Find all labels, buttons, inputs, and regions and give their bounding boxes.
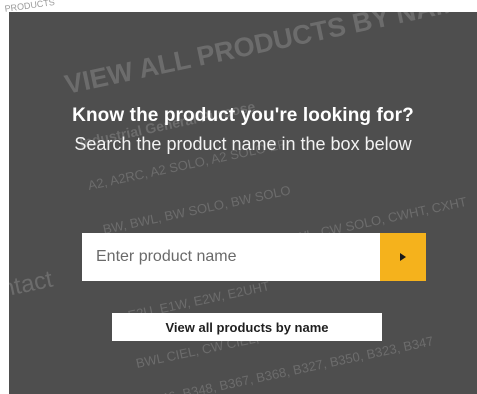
view-all-products-button[interactable]: View all products by name <box>112 313 382 341</box>
product-search-panel: VIEW ALL PRODUCTS BY NAME Industrial Gen… <box>9 12 477 394</box>
bg-line-2: BW, BWL, BW SOLO, BW SOLO <box>102 182 292 236</box>
bg-line-6: B346, B348, B367, B368, B327, B350, B323… <box>145 333 435 394</box>
play-icon <box>400 253 406 261</box>
product-name-input[interactable] <box>82 233 380 281</box>
search-prompt: Know the product you're looking for? Sea… <box>9 105 477 157</box>
bg-side-word: ntact <box>9 266 55 303</box>
bg-heading: VIEW ALL PRODUCTS BY NAME <box>62 12 477 100</box>
search-subline: Search the product name in the box below <box>74 134 412 154</box>
search-submit-button[interactable] <box>380 233 426 281</box>
product-search-form <box>82 233 426 281</box>
search-headline: Know the product you're looking for? <box>72 105 414 126</box>
